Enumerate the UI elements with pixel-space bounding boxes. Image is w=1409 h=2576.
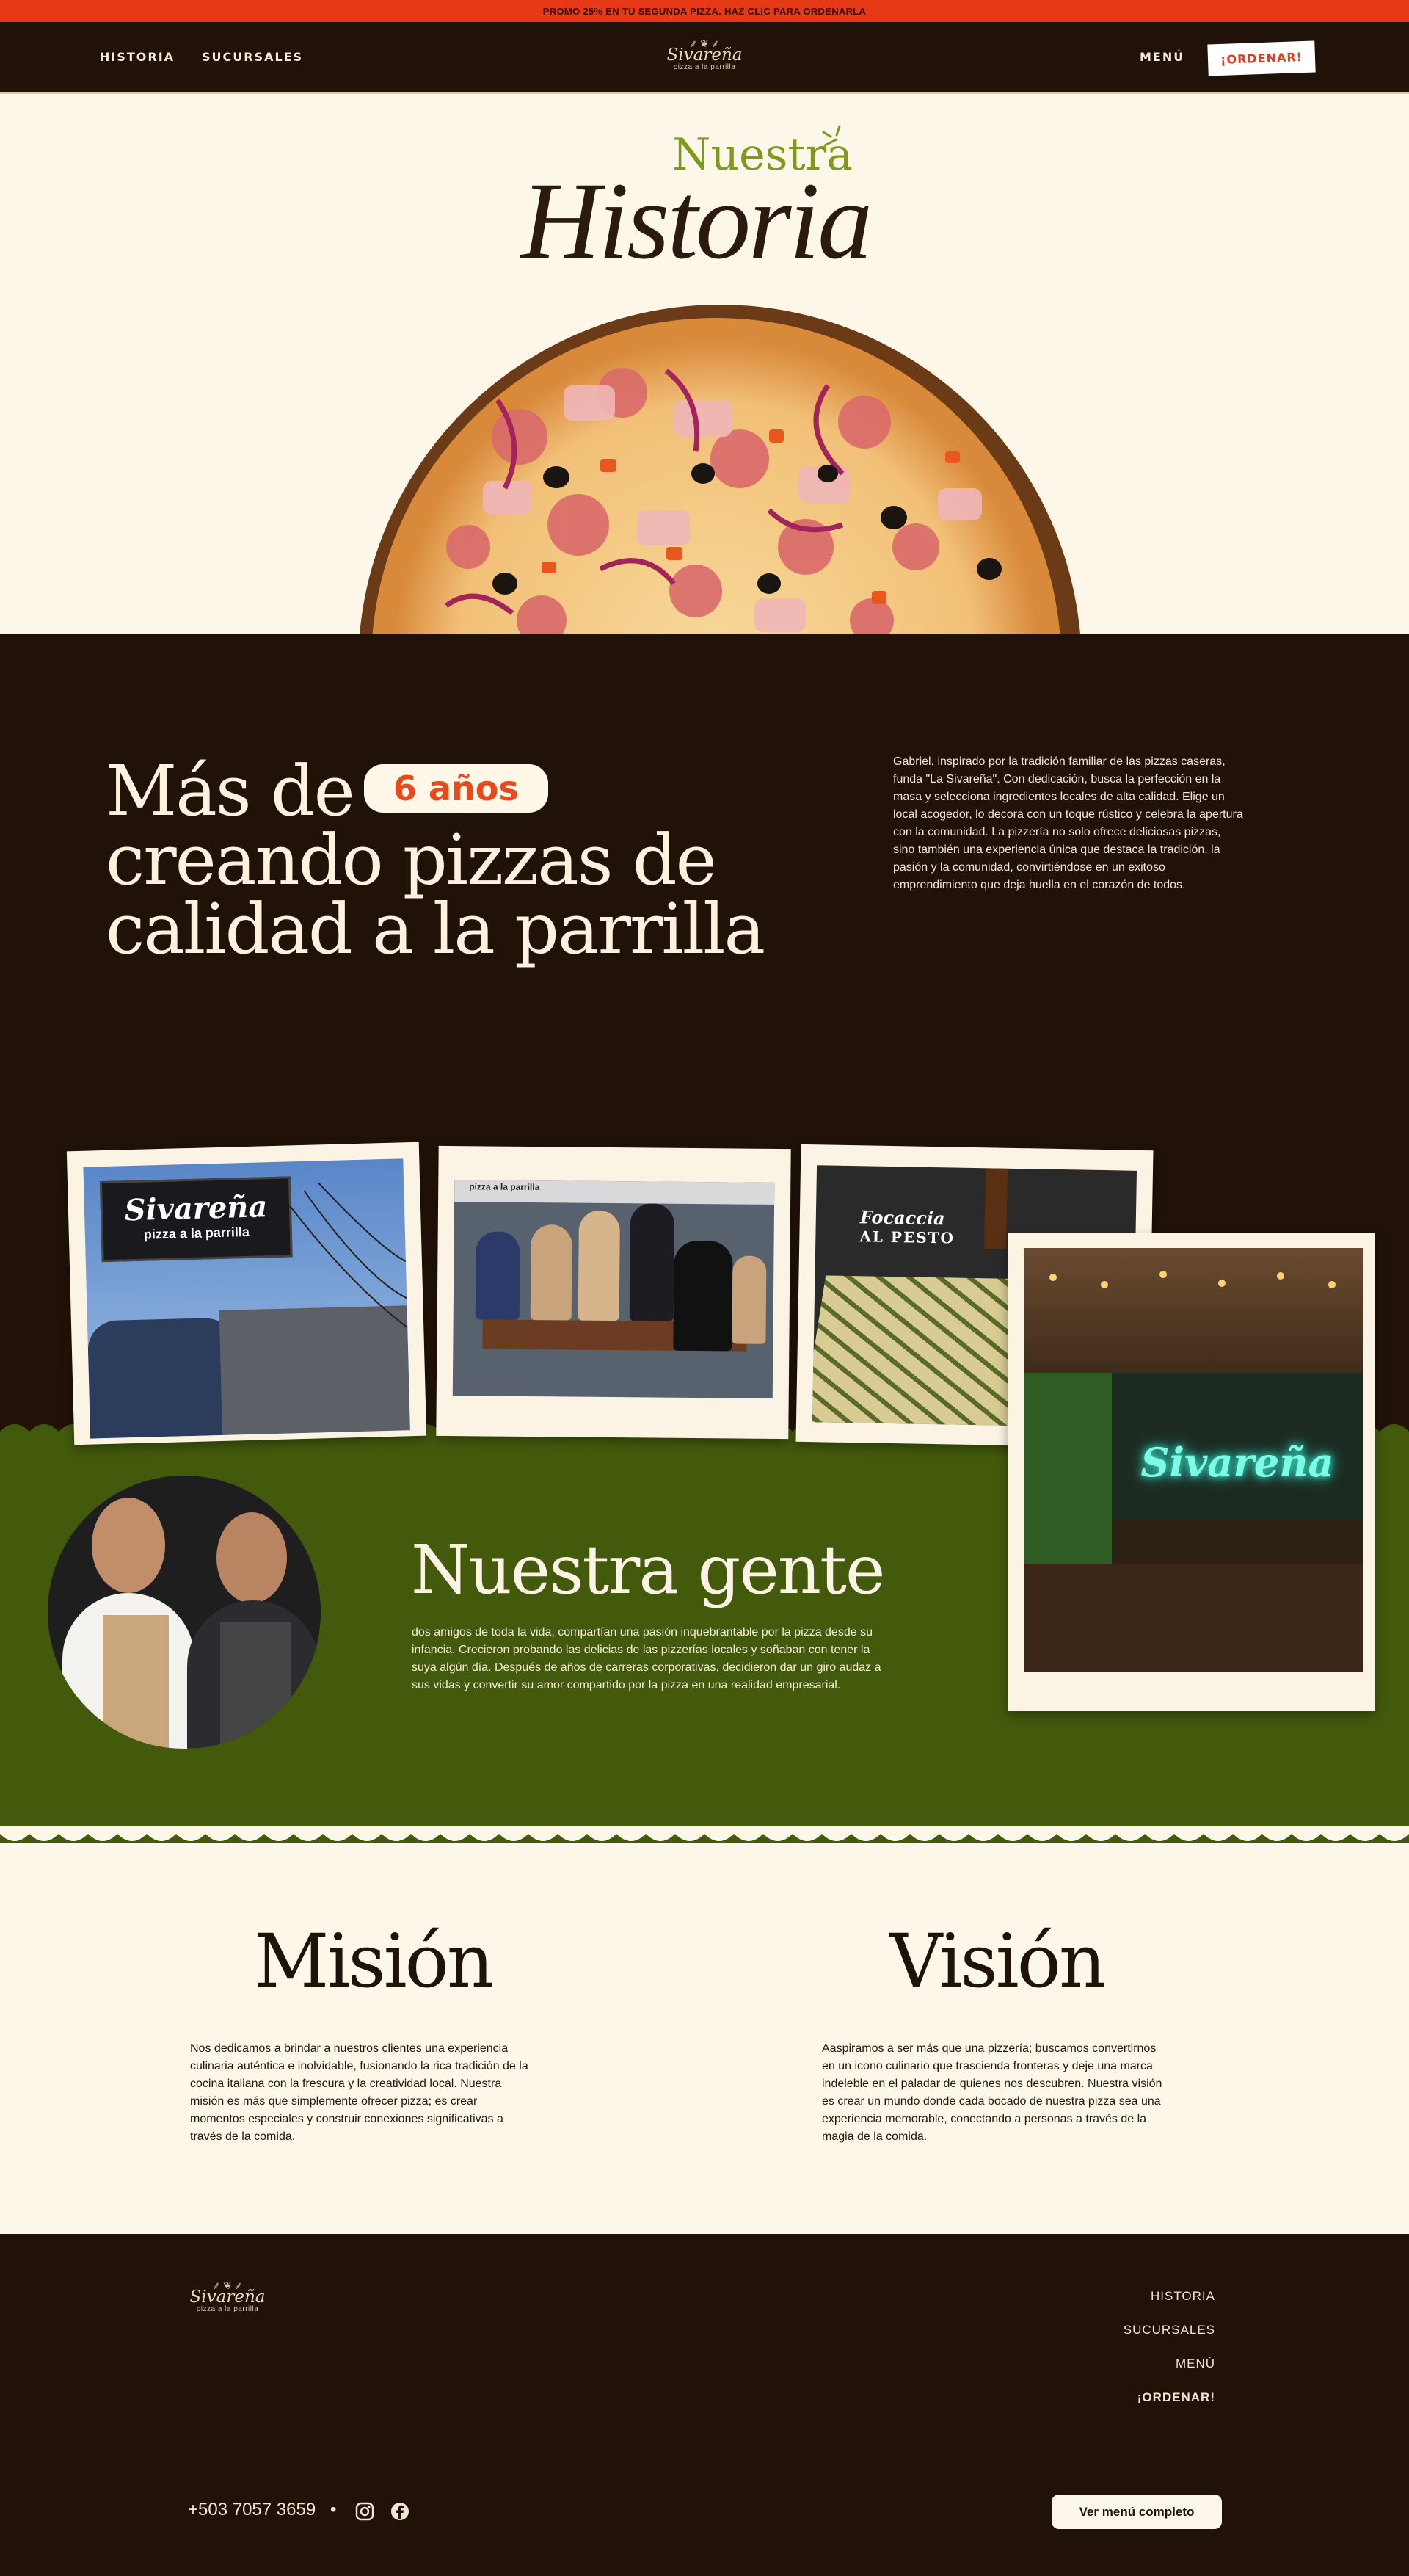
photo-sign: Sivareña pizza a la parrilla <box>66 1142 427 1445</box>
footer-logo-name: Sivareña <box>189 2287 266 2307</box>
separator-dot: • <box>330 2500 337 2519</box>
footer-link-order[interactable]: ¡ORDENAR! <box>1137 2390 1215 2405</box>
footer-link-menu[interactable]: MENÚ <box>1176 2357 1215 2371</box>
nav-link-historia[interactable]: HISTORIA <box>100 50 175 64</box>
neon-sign: Sivareña <box>1140 1439 1334 1486</box>
team-title: Nuestra gente <box>411 1531 885 1609</box>
full-menu-button[interactable]: Ver menú completo <box>1052 2495 1222 2529</box>
years-badge: 6 años <box>363 764 548 813</box>
top-navigation: HISTORIA SUCURSALES ⸙ ❦ ⸙ Sivareña pizza… <box>0 22 1409 94</box>
team-paragraph: dos amigos de toda la vida, compartían u… <box>412 1626 881 1691</box>
footer-link-sucursales[interactable]: SUCURSALES <box>1124 2323 1215 2337</box>
nav-link-menu[interactable]: MENÚ <box>1140 50 1184 64</box>
instagram-icon[interactable] <box>355 2502 374 2521</box>
footer-link-historia[interactable]: HISTORIA <box>1151 2289 1215 2304</box>
logo-name: Sivareña <box>666 46 743 65</box>
facebook-icon[interactable] <box>390 2502 409 2521</box>
vision-text: Aaspiramos a ser más que una pizzería; b… <box>822 2042 1162 2143</box>
footer-logo[interactable]: ⸙ ❦ ⸙ Sivareña pizza a la parrilla <box>183 2280 272 2313</box>
team-photo-circle <box>48 1476 321 1749</box>
pizza-image <box>360 305 1080 634</box>
order-button[interactable]: ¡ORDENAR! <box>1207 40 1316 76</box>
about-heading-line3: calidad a la parrilla <box>106 889 765 970</box>
focaccia-label-2: AL PESTO <box>859 1227 955 1247</box>
focaccia-label-1: Focaccia <box>859 1206 945 1230</box>
promo-banner[interactable]: PROMO 25% EN TU SEGUNDA PIZZA. HAZ CLIC … <box>0 0 1409 22</box>
mission-text: Nos dedicamos a brindar a nuestros clien… <box>190 2042 528 2143</box>
about-paragraph: Gabriel, inspirado por la tradición fami… <box>893 755 1243 891</box>
about-heading: Más de 6 años creando pizzas de calidad a… <box>106 757 765 965</box>
mission-title: Misión <box>254 1918 494 2004</box>
vision-title: Visión <box>889 1918 1106 2004</box>
hero-section: Nuestra Historia <box>0 95 1409 634</box>
hero-title-script: Historia <box>521 160 873 282</box>
phone-number[interactable]: +503 7057 3659 <box>188 2500 316 2520</box>
logo-tagline: pizza a la parrilla <box>673 63 736 71</box>
site-logo[interactable]: ⸙ ❦ ⸙ Sivareña pizza a la parrilla <box>660 38 749 71</box>
footer-logo-tagline: pizza a la parrilla <box>196 2305 259 2313</box>
wavy-bottom-edge <box>0 1826 1409 1841</box>
photo-interior: Sivareña <box>1008 1233 1375 1711</box>
team-photo-sign: pizza a la parrilla <box>454 1180 775 1205</box>
sparkle-lines-icon <box>822 125 841 147</box>
photo-team: pizza a la parrilla <box>436 1145 791 1440</box>
nav-link-sucursales[interactable]: SUCURSALES <box>202 50 303 64</box>
